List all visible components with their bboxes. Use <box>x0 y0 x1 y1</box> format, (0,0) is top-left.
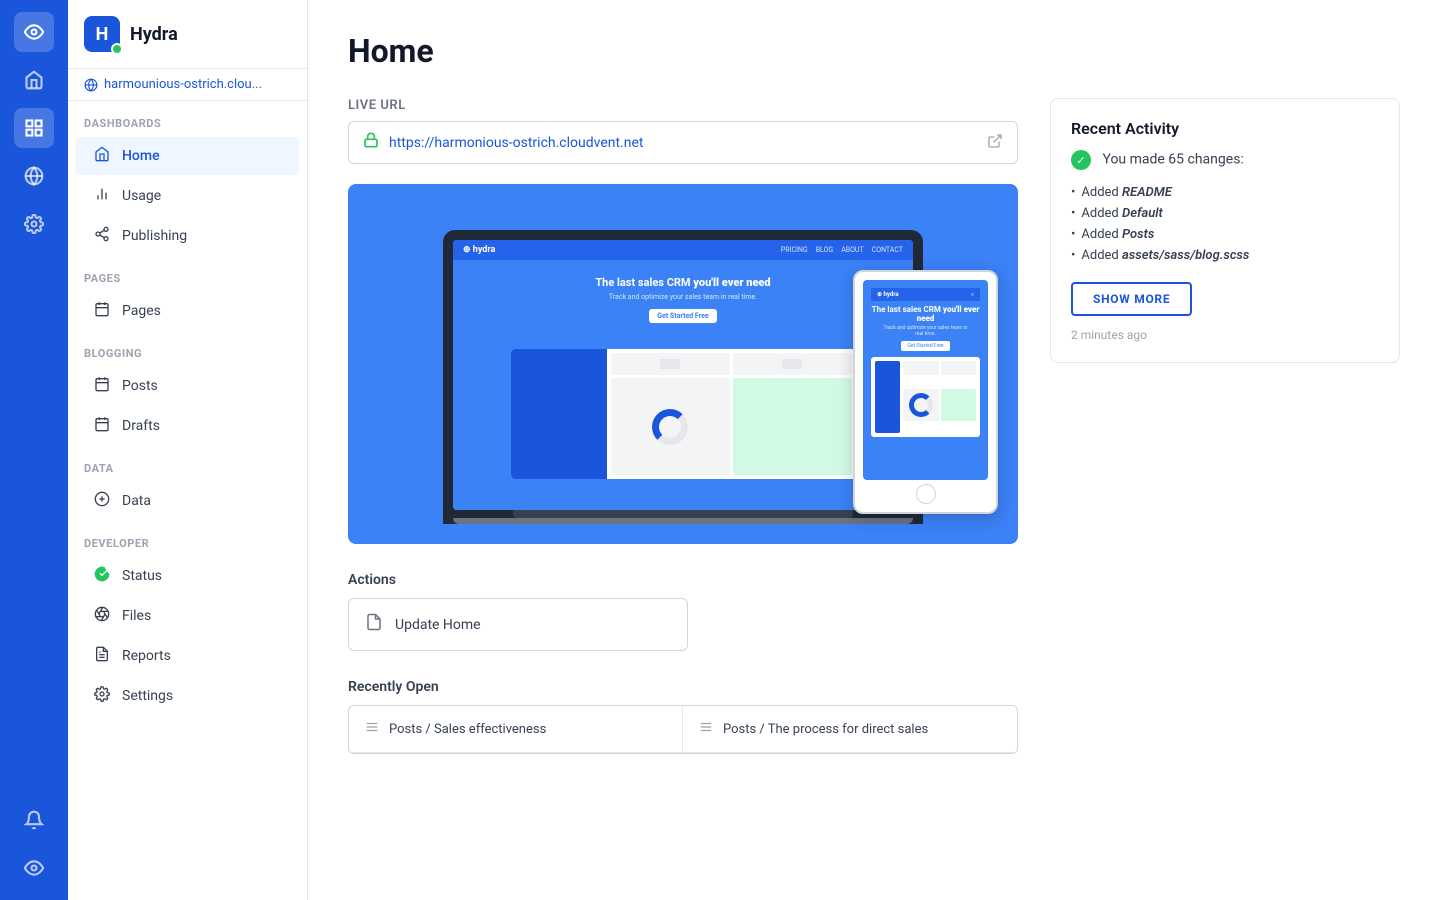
main-right-col: Recent Activity ✓ You made 65 changes: A… <box>1050 98 1400 754</box>
site-url-text: harmounious-ostrich.clou... <box>104 77 262 92</box>
site-preview: ⊕ hydra PRICING BLOG ABOUT CONTACT <box>348 184 1018 544</box>
sidebar-item-files[interactable]: Files <box>76 597 299 635</box>
home-icon-btn[interactable] <box>14 60 54 100</box>
page-title: Home <box>348 32 1400 70</box>
sidebar-item-home-label: Home <box>122 148 160 164</box>
recently-open-grid: Posts / Sales effectiveness Posts / The … <box>348 705 1018 754</box>
activity-list: Added README Added Default Added Posts A… <box>1071 182 1379 266</box>
sidebar-item-home[interactable]: Home <box>76 137 299 175</box>
posts-icon <box>92 376 112 396</box>
bell-icon-btn[interactable] <box>14 800 54 840</box>
user-avatar-btn[interactable] <box>14 848 54 888</box>
sidebar-item-publishing[interactable]: Publishing <box>76 217 299 255</box>
icon-bar <box>0 0 68 900</box>
sidebar-item-usage[interactable]: Usage <box>76 177 299 215</box>
globe-small-icon <box>84 78 98 92</box>
reports-icon <box>92 646 112 666</box>
recently-open-heading: Recently Open <box>348 679 1018 695</box>
app-name: Hydra <box>130 24 178 45</box>
activity-summary-text: You made 65 changes: <box>1102 152 1243 168</box>
main-content: Home Live URL https://harmonious-ostrich… <box>308 0 1440 900</box>
sidebar-item-reports-label: Reports <box>122 648 171 664</box>
section-label-dashboards: DASHBOARDS <box>68 101 307 136</box>
section-label-developer: DEVELOPER <box>68 521 307 556</box>
recent-item-1[interactable]: Posts / Sales effectiveness <box>349 706 683 753</box>
sidebar-item-reports[interactable]: Reports <box>76 637 299 675</box>
activity-title: Recent Activity <box>1071 119 1379 138</box>
site-url[interactable]: harmounious-ostrich.clou... <box>68 69 307 101</box>
update-home-label: Update Home <box>395 617 481 633</box>
status-check-icon <box>92 566 112 586</box>
tablet-mockup: ⊕ hydra ≡ The last sales CRM you'll ever… <box>853 270 998 514</box>
publishing-icon <box>92 226 112 246</box>
settings-icon-btn[interactable] <box>14 204 54 244</box>
activity-time: 2 minutes ago <box>1071 328 1379 342</box>
activity-summary: ✓ You made 65 changes: <box>1071 150 1379 170</box>
recent-icon-2 <box>699 720 713 738</box>
actions-section: Actions Update Home <box>348 572 1018 651</box>
sidebar-item-drafts-label: Drafts <box>122 418 160 434</box>
section-label-data: DATA <box>68 446 307 481</box>
grid-icon-btn[interactable] <box>14 108 54 148</box>
sidebar-item-status-label: Status <box>122 568 162 584</box>
eye-icon-btn[interactable] <box>14 12 54 52</box>
url-bar[interactable]: https://harmonious-ostrich.cloudvent.net <box>348 121 1018 164</box>
sidebar-item-data[interactable]: Data <box>76 482 299 520</box>
activity-check-icon: ✓ <box>1071 150 1091 170</box>
recent-icon-1 <box>365 720 379 738</box>
sidebar-item-settings-label: Settings <box>122 688 173 704</box>
pages-icon <box>92 301 112 321</box>
sidebar-item-status[interactable]: Status <box>76 557 299 595</box>
sidebar-item-pages[interactable]: Pages <box>76 292 299 330</box>
app-logo[interactable]: H <box>84 16 120 52</box>
update-home-action[interactable]: Update Home <box>348 598 688 651</box>
activity-panel: Recent Activity ✓ You made 65 changes: A… <box>1050 98 1400 363</box>
activity-item-1: Added README <box>1071 182 1379 203</box>
logo-badge <box>111 43 123 55</box>
sidebar-item-settings[interactable]: Settings <box>76 677 299 715</box>
external-link-icon[interactable] <box>987 133 1003 153</box>
sidebar-item-pages-label: Pages <box>122 303 161 319</box>
update-icon <box>365 613 383 636</box>
sidebar-item-drafts[interactable]: Drafts <box>76 407 299 445</box>
home-small-icon <box>92 146 112 166</box>
sidebar-item-publishing-label: Publishing <box>122 228 187 244</box>
sidebar-header: H Hydra <box>68 0 307 69</box>
live-url-label: Live URL <box>348 98 1018 113</box>
section-label-pages: PAGES <box>68 256 307 291</box>
recent-item-2-label: Posts / The process for direct sales <box>723 722 928 737</box>
files-icon <box>92 606 112 626</box>
recently-open-section: Recently Open Posts / Sales effectivenes… <box>348 679 1018 754</box>
actions-heading: Actions <box>348 572 1018 588</box>
activity-item-2: Added Default <box>1071 203 1379 224</box>
url-text: https://harmonious-ostrich.cloudvent.net <box>389 135 977 151</box>
lock-icon <box>363 132 379 153</box>
tablet-home-btn <box>916 484 936 504</box>
sidebar-item-posts-label: Posts <box>122 378 158 394</box>
main-left-col: Live URL https://harmonious-ostrich.clou… <box>348 98 1018 754</box>
globe-icon-btn[interactable] <box>14 156 54 196</box>
bar-chart-icon <box>92 186 112 206</box>
sidebar-item-data-label: Data <box>122 493 151 509</box>
activity-item-3: Added Posts <box>1071 224 1379 245</box>
data-icon <box>92 491 112 511</box>
section-label-blogging: BLOGGING <box>68 331 307 366</box>
sidebar-item-posts[interactable]: Posts <box>76 367 299 405</box>
sidebar-item-usage-label: Usage <box>122 188 161 204</box>
activity-item-4: Added assets/sass/blog.scss <box>1071 245 1379 266</box>
sidebar: H Hydra harmounious-ostrich.clou... DASH… <box>68 0 308 900</box>
drafts-icon <box>92 416 112 436</box>
sidebar-item-files-label: Files <box>122 608 151 624</box>
settings-small-icon <box>92 686 112 706</box>
recent-item-1-label: Posts / Sales effectiveness <box>389 722 546 737</box>
recent-item-2[interactable]: Posts / The process for direct sales <box>683 706 1017 753</box>
show-more-button[interactable]: SHOW MORE <box>1071 282 1192 316</box>
